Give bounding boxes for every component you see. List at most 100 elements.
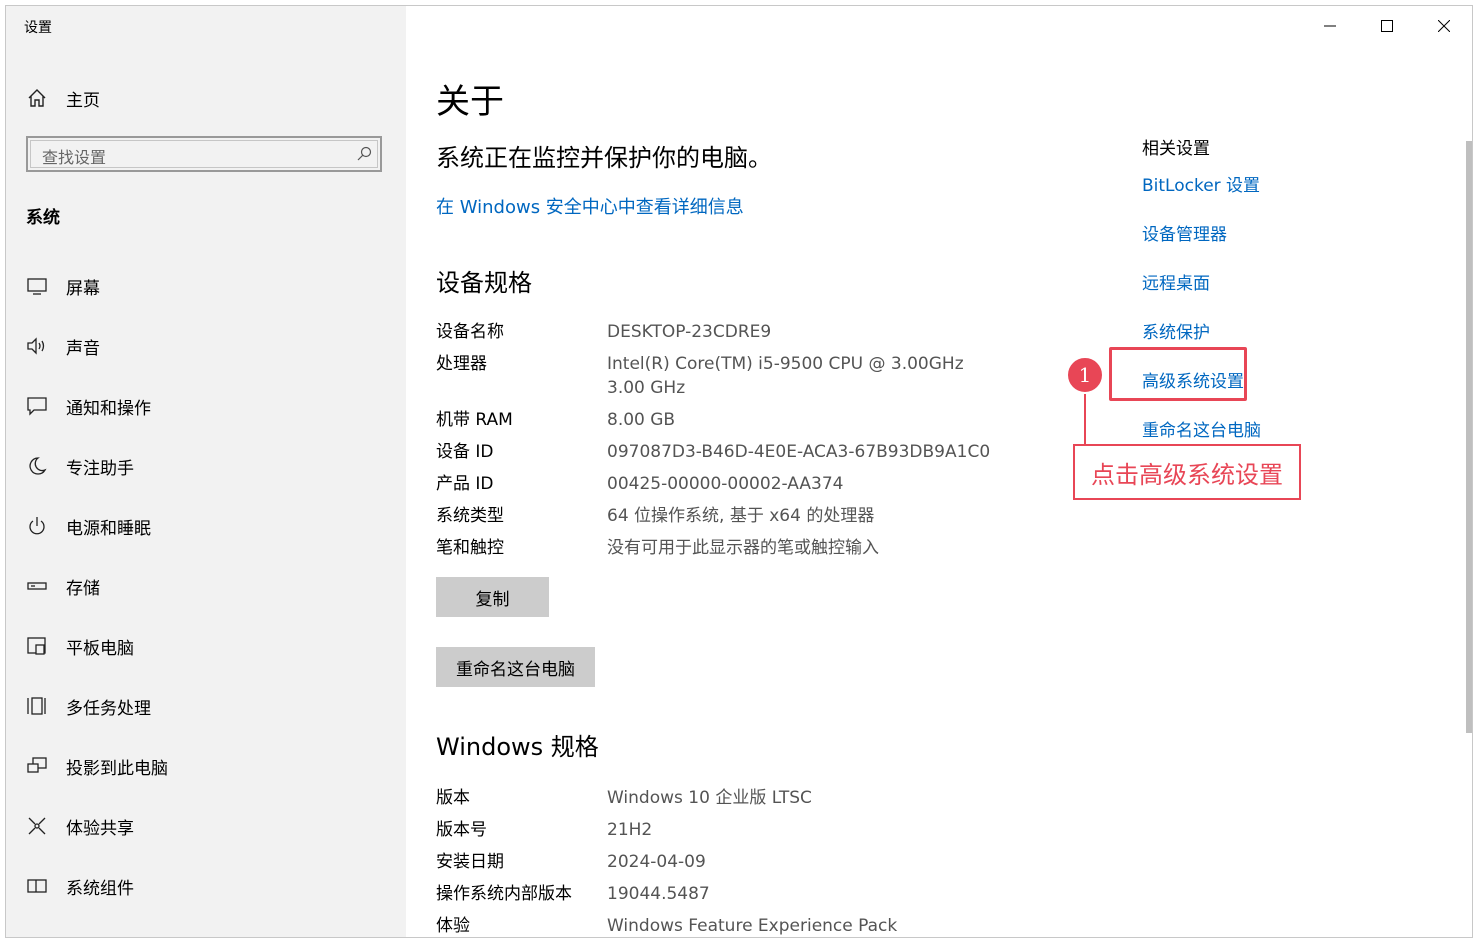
spec-row: 体验 Windows Feature Experience Pack: [436, 914, 996, 937]
spec-row: 版本号 21H2: [436, 818, 996, 842]
maximize-button[interactable]: [1358, 6, 1415, 46]
spec-key: 设备 ID: [436, 442, 494, 462]
spec-key: 版本: [436, 788, 470, 808]
spec-row: 版本 Windows 10 企业版 LTSC: [436, 786, 996, 810]
spec-row: 机带 RAM 8.00 GB: [436, 408, 996, 432]
spec-key: 安装日期: [436, 852, 504, 872]
spec-value: 没有可用于此显示器的笔或触控输入: [607, 538, 879, 558]
spec-row: 设备 ID 097087D3-B46D-4E0E-ACA3-67B93DB9A1C…: [436, 440, 996, 464]
sidebar-item-display[interactable]: 屏幕: [6, 256, 406, 316]
notification-icon: [27, 397, 47, 416]
speaker-icon: [27, 337, 45, 355]
spec-key: 产品 ID: [436, 474, 494, 494]
copy-button[interactable]: 复制: [436, 577, 549, 617]
spec-row: 系统类型 64 位操作系统, 基于 x64 的处理器: [436, 504, 996, 528]
spec-value: 2024-04-09: [607, 852, 706, 872]
minimize-button[interactable]: [1301, 6, 1358, 46]
sidebar-item-projecting[interactable]: 投影到此电脑: [6, 736, 406, 796]
monitor-icon: [27, 278, 47, 295]
sidebar-item-label: 通知和操作: [66, 398, 151, 419]
storage-icon: [27, 582, 47, 590]
spec-value: Windows Feature Experience Pack: [607, 916, 898, 936]
sidebar-item-label: 存储: [66, 578, 100, 599]
spec-key: 笔和触控: [436, 538, 504, 558]
sidebar-item-label: 多任务处理: [66, 698, 151, 719]
annotation-highlight-box: [1109, 347, 1247, 401]
bitlocker-settings-link[interactable]: BitLocker 设置: [1142, 171, 1402, 220]
annotation-callout: 点击高级系统设置: [1073, 444, 1301, 500]
power-icon: [29, 517, 45, 535]
remote-desktop-link[interactable]: 远程桌面: [1142, 269, 1402, 318]
close-icon: [1437, 20, 1450, 32]
close-button[interactable]: [1415, 6, 1472, 46]
sidebar-item-power[interactable]: 电源和睡眠: [6, 496, 406, 556]
sidebar-item-label: 系统组件: [66, 878, 134, 899]
spec-value: 097087D3-B46D-4E0E-ACA3-67B93DB9A1C0: [607, 442, 991, 462]
home-nav-item[interactable]: 主页: [26, 84, 100, 112]
spec-row: 处理器 Intel(R) Core(TM) i5-9500 CPU @ 3.00G…: [436, 352, 996, 400]
spec-row: 安装日期 2024-04-09: [436, 850, 996, 874]
sidebar-item-tablet[interactable]: 平板电脑: [6, 616, 406, 676]
section-title: 系统: [26, 208, 60, 228]
spec-key: 系统类型: [436, 506, 504, 526]
spec-key: 设备名称: [436, 322, 504, 342]
sidebar-item-shared-experiences[interactable]: 体验共享: [6, 796, 406, 856]
spec-value: 00425-00000-00002-AA374: [607, 474, 844, 494]
search-placeholder: 查找设置: [42, 148, 107, 167]
windows-spec-title: Windows 规格: [436, 733, 599, 761]
home-label: 主页: [66, 90, 100, 111]
spec-row: 产品 ID 00425-00000-00002-AA374: [436, 472, 996, 496]
sidebar-item-label: 电源和睡眠: [66, 518, 151, 539]
sidebar-item-system-components[interactable]: 系统组件: [6, 856, 406, 916]
spec-value: 64 位操作系统, 基于 x64 的处理器: [607, 506, 875, 526]
related-settings: 相关设置 BitLocker 设置 设备管理器 远程桌面 系统保护 高级系统设置…: [1142, 134, 1402, 465]
spec-row: 操作系统内部版本 19044.5487: [436, 882, 996, 906]
app-title: 设置: [24, 20, 52, 36]
sidebar-item-label: 屏幕: [66, 278, 100, 299]
spec-value: Windows 10 企业版 LTSC: [607, 788, 812, 808]
device-manager-link[interactable]: 设备管理器: [1142, 220, 1402, 269]
sidebar-item-multitasking[interactable]: 多任务处理: [6, 676, 406, 736]
rename-pc-button[interactable]: 重命名这台电脑: [436, 647, 595, 687]
search-icon[interactable]: [356, 146, 372, 162]
spec-value: DESKTOP-23CDRE9: [607, 322, 772, 342]
spec-value: 8.00 GB: [607, 410, 676, 430]
related-settings-heading: 相关设置: [1142, 139, 1210, 159]
search-input[interactable]: 查找设置: [26, 136, 382, 172]
moon-icon: [29, 457, 47, 475]
main-content: 关于 系统正在监控并保护你的电脑。 在 Windows 安全中心中查看详细信息 …: [406, 6, 1472, 937]
scrollbar[interactable]: [1466, 141, 1472, 733]
share-icon: [28, 817, 46, 835]
settings-window: 设置 主页 查找设置 系统 屏幕 声音 通知和操作 专注助手 电源和睡眠 存储 …: [5, 5, 1473, 938]
sidebar-item-label: 声音: [66, 338, 100, 359]
minimize-icon: [1323, 25, 1336, 27]
protection-status: 系统正在监控并保护你的电脑。: [436, 144, 772, 172]
spec-key: 操作系统内部版本: [436, 884, 572, 904]
sidebar-item-sound[interactable]: 声音: [6, 316, 406, 376]
security-center-link[interactable]: 在 Windows 安全中心中查看详细信息: [436, 193, 744, 219]
sidebar-item-label: 平板电脑: [66, 638, 134, 659]
spec-key: 版本号: [436, 820, 487, 840]
home-icon: [28, 89, 46, 107]
multitask-icon: [27, 697, 46, 715]
spec-value: 21H2: [607, 820, 653, 840]
sidebar-item-storage[interactable]: 存储: [6, 556, 406, 616]
device-spec-list: 设备名称 DESKTOP-23CDRE9 处理器 Intel(R) Core(TM)…: [436, 320, 996, 568]
sidebar-item-focus[interactable]: 专注助手: [6, 436, 406, 496]
spec-row: 设备名称 DESKTOP-23CDRE9: [436, 320, 996, 344]
maximize-icon: [1380, 20, 1393, 32]
sidebar-item-label: 投影到此电脑: [66, 758, 168, 779]
spec-value: 19044.5487: [607, 884, 710, 904]
sidebar-item-label: 专注助手: [66, 458, 134, 479]
spec-key: 体验: [436, 916, 470, 936]
spec-key: 处理器: [436, 354, 487, 374]
sidebar: 设置 主页 查找设置 系统 屏幕 声音 通知和操作 专注助手 电源和睡眠 存储 …: [6, 6, 406, 937]
annotation-step-badge: 1: [1066, 356, 1104, 394]
device-spec-title: 设备规格: [436, 269, 532, 297]
annotation-connector: [1084, 394, 1086, 446]
sidebar-item-label: 体验共享: [66, 818, 134, 839]
project-icon: [27, 757, 47, 773]
sidebar-nav: 屏幕 声音 通知和操作 专注助手 电源和睡眠 存储 平板电脑 多任务处理 投影到…: [6, 256, 406, 916]
sidebar-item-notifications[interactable]: 通知和操作: [6, 376, 406, 436]
page-title: 关于: [436, 82, 504, 122]
